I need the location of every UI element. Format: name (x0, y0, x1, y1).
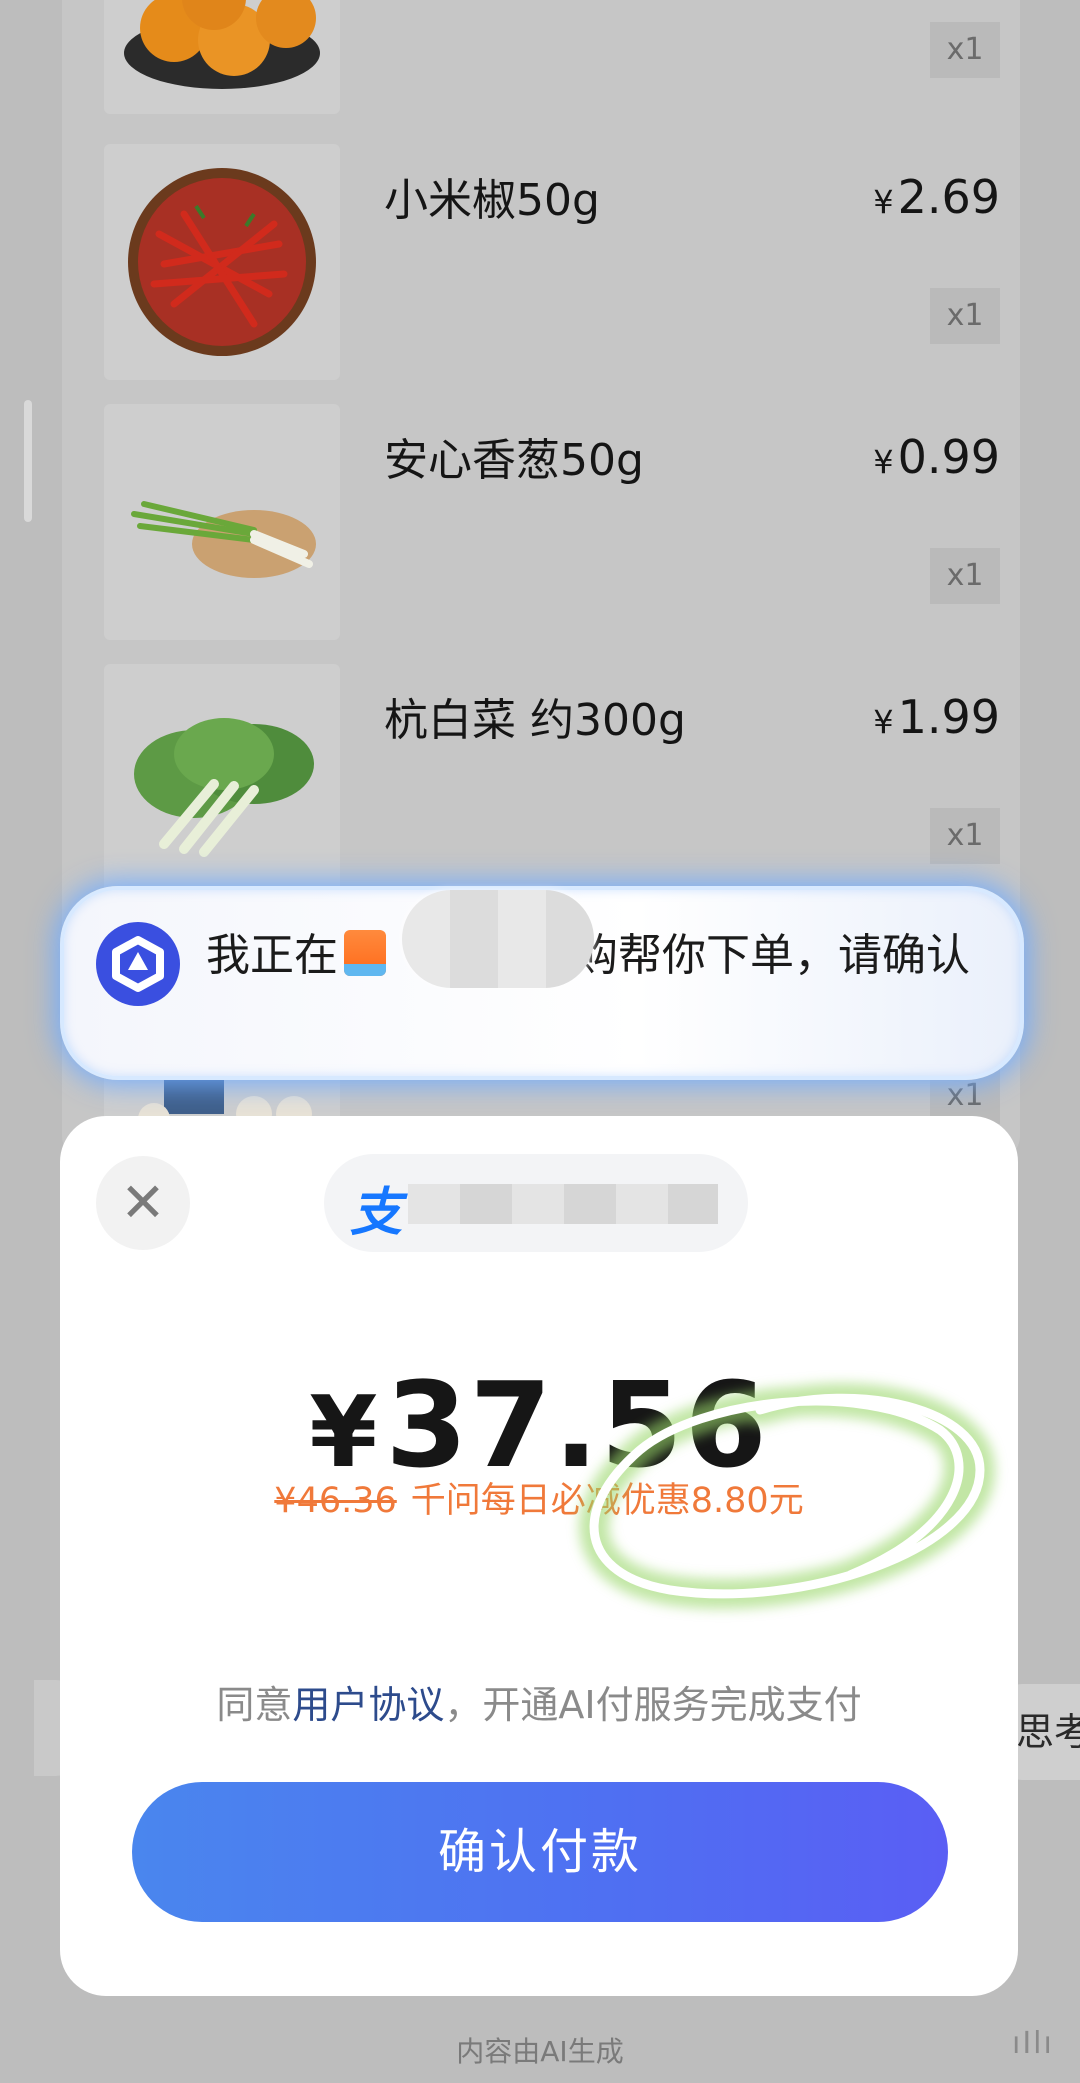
product-name: 小米椒50g (384, 175, 600, 226)
quantity-badge: x1 (930, 22, 1000, 78)
agent-status-text: 我正在 购帮你下单，请确认 (206, 930, 970, 981)
assistant-logo-icon (96, 922, 180, 1006)
ai-generated-note: 内容由AI生成 (456, 2035, 624, 2068)
product-image-oranges (104, 0, 340, 114)
redacted-app-name (402, 890, 594, 988)
close-icon[interactable]: ✕ (96, 1156, 190, 1250)
scroll-indicator[interactable] (24, 400, 32, 522)
more-icon: ıIlı (1012, 2026, 1054, 2061)
list-item[interactable]: x1 (100, 0, 1000, 114)
app-icon (344, 930, 386, 976)
redacted-account (408, 1184, 718, 1224)
product-name: 杭白菜 约300g (384, 695, 686, 746)
list-item[interactable]: 小米椒50g ¥2.69 x1 (100, 136, 1000, 380)
quantity-badge: x1 (930, 288, 1000, 344)
product-image-bok-choy (104, 664, 340, 900)
quantity-badge: x1 (930, 548, 1000, 604)
product-price: ¥1.99 (873, 690, 1000, 744)
product-image-scallion (104, 404, 340, 640)
original-price: ¥46.36 (274, 1481, 397, 1521)
list-item[interactable]: 安心香葱50g ¥0.99 x1 (100, 396, 1000, 640)
hand-drawn-circle-annotation (579, 1383, 996, 1609)
user-agreement-link[interactable]: 用户协议 (292, 1683, 444, 1727)
confirm-payment-button[interactable]: 确认付款 (132, 1782, 948, 1922)
quantity-badge: x1 (930, 808, 1000, 864)
product-price: ¥0.99 (873, 430, 1000, 484)
payment-account-selector[interactable]: 支 (324, 1154, 748, 1252)
list-item[interactable]: 杭白菜 约300g ¥1.99 x1 (100, 656, 1000, 900)
product-image-chili (104, 144, 340, 380)
product-price: ¥2.69 (873, 170, 1000, 224)
alipay-icon: 支 (350, 1183, 403, 1243)
agreement-text: 同意用户协议，开通AI付服务完成支付 (216, 1683, 862, 1727)
product-name: 安心香葱50g (384, 435, 644, 486)
